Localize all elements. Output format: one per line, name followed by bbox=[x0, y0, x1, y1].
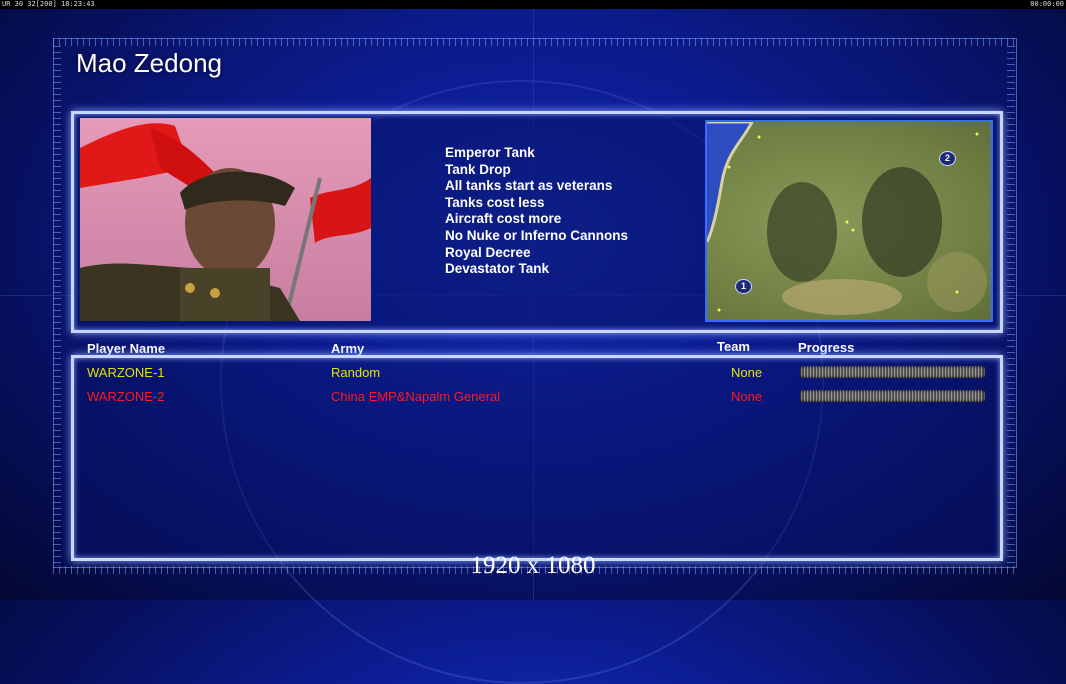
feature-item: Royal Decree bbox=[445, 244, 531, 260]
column-header-army: Army bbox=[331, 341, 365, 356]
general-name-title: Mao Zedong bbox=[76, 48, 222, 78]
player-army: China EMP&Napalm General bbox=[331, 389, 501, 404]
column-header-team: Team bbox=[717, 339, 750, 354]
player-team: None bbox=[731, 389, 763, 404]
clock-readout: 00:00:00 bbox=[1030, 0, 1064, 8]
start-position-marker: 1 bbox=[735, 279, 752, 294]
feature-item: Tanks cost less bbox=[445, 194, 545, 210]
general-features-list: Emperor Tank Tank Drop All tanks start a… bbox=[445, 145, 628, 278]
feature-item: Tank Drop bbox=[445, 161, 511, 177]
player-name: WARZONE-1 bbox=[87, 365, 165, 380]
column-header-player: Player Name bbox=[87, 341, 166, 356]
feature-item: All tanks start as veterans bbox=[445, 178, 613, 194]
general-portrait bbox=[80, 118, 371, 321]
feature-item: Devastator Tank bbox=[445, 261, 550, 277]
player-progress-bar bbox=[800, 366, 985, 378]
player-name: WARZONE-2 bbox=[87, 389, 165, 404]
frame-ruler-left bbox=[53, 46, 61, 566]
player-row: WARZONE-2 China EMP&Napalm General None bbox=[0, 389, 1066, 407]
player-army: Random bbox=[331, 365, 381, 380]
feature-item: Emperor Tank bbox=[445, 145, 535, 160]
player-progress-bar bbox=[800, 390, 985, 402]
start-position-marker: 2 bbox=[939, 151, 956, 166]
resolution-label: 1920 x 1080 bbox=[470, 552, 596, 579]
fps-readout: UR 30 32[200] 18:23:43 bbox=[2, 0, 95, 8]
map-preview: 1 2 bbox=[705, 120, 993, 322]
debug-status-bar: UR 30 32[200] 18:23:43 00:00:00 bbox=[0, 0, 1066, 9]
frame-ruler-top bbox=[53, 38, 1015, 46]
player-team: None bbox=[731, 365, 763, 380]
player-list-panel bbox=[71, 355, 1003, 561]
feature-item: No Nuke or Inferno Cannons bbox=[445, 227, 629, 243]
column-header-progress: Progress bbox=[798, 340, 855, 355]
frame-ruler-right bbox=[1007, 46, 1015, 566]
player-row: WARZONE-1 Random None bbox=[0, 365, 1066, 383]
feature-item: Aircraft cost more bbox=[445, 211, 562, 227]
